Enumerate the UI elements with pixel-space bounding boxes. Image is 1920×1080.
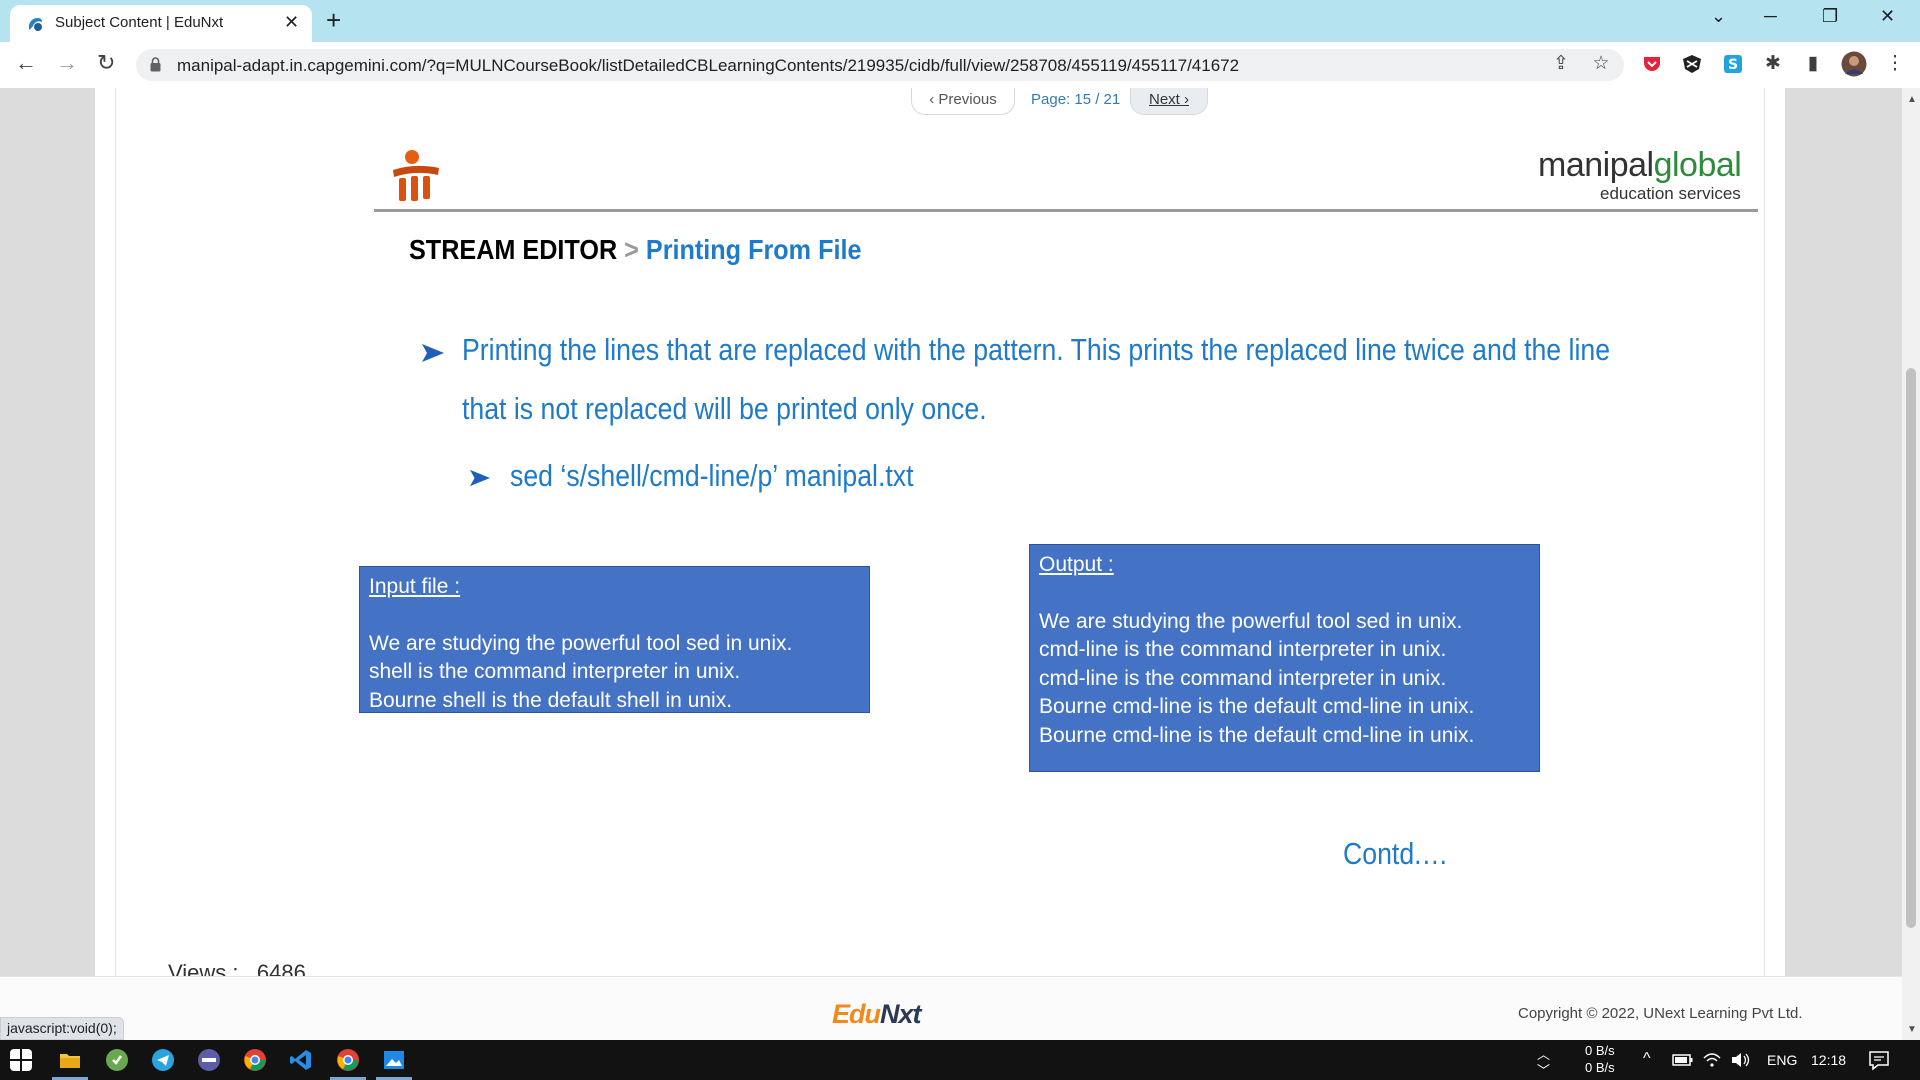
input-line: shell is the command interpreter in unix…: [369, 660, 741, 683]
share-icon[interactable]: ⇪: [1550, 53, 1572, 75]
chrome-menu-icon[interactable]: ⋮: [1884, 53, 1906, 75]
input-file-heading: Input file :: [369, 575, 461, 598]
side-panel-icon[interactable]: ▮: [1802, 53, 1824, 75]
output-line: cmd-line is the command interpreter in u…: [1039, 666, 1447, 690]
net-download-speed: 0 B/s: [1585, 1060, 1615, 1075]
input-line: We are studying the powerful tool sed in…: [369, 631, 793, 655]
slide-divider: [374, 209, 1758, 212]
box-spacer: [1039, 580, 1530, 608]
net-upload-speed: 0 B/s: [1585, 1043, 1615, 1058]
ublock-extension-icon[interactable]: [1681, 53, 1703, 75]
notifications-icon[interactable]: [1868, 1049, 1890, 1071]
tab-title: Subject Content | EduNxt: [55, 14, 224, 31]
views-label: Views :: [168, 960, 239, 976]
output-line: Bourne cmd-line is the default cmd-line …: [1039, 695, 1475, 718]
bullet-arrow-icon: [422, 344, 444, 362]
volume-icon[interactable]: [1730, 1050, 1752, 1070]
battery-icon[interactable]: [1672, 1052, 1694, 1068]
input-line: Bourne shell is the default shell in uni…: [369, 688, 733, 712]
views-count: 6486: [256, 960, 306, 976]
new-tab-button[interactable]: +: [326, 5, 341, 36]
minimize-button[interactable]: ─: [1764, 6, 1777, 27]
input-language[interactable]: ENG: [1767, 1052, 1797, 1068]
android-app-icon[interactable]: [105, 1048, 129, 1072]
scroll-up-arrow-icon[interactable]: ▲: [1907, 94, 1917, 105]
logo-part-edu: Edu: [832, 999, 881, 1029]
browser-titlebar: Subject Content | EduNxt ✕ + ⌄ ─ ❐ ✕: [0, 0, 1920, 42]
s-extension-icon[interactable]: S: [1722, 53, 1744, 75]
url-text[interactable]: manipal-adapt.in.capgemini.com/?q=MULNCo…: [177, 56, 1239, 76]
page-scrollbar[interactable]: ▲ ▼: [1902, 88, 1920, 1040]
tab-close-icon[interactable]: ✕: [284, 12, 299, 33]
restore-button[interactable]: ❐: [1822, 6, 1838, 27]
previous-page-button[interactable]: ‹ Previous: [911, 88, 1015, 115]
telegram-icon[interactable]: [151, 1048, 175, 1072]
vscode-icon[interactable]: [289, 1048, 313, 1072]
logo-part-xt: xt: [898, 999, 922, 1029]
output-line: Bourne cmd-line is the default cmd-line …: [1039, 723, 1475, 747]
wifi-icon[interactable]: [1702, 1050, 1722, 1070]
reload-button[interactable]: ↻: [97, 50, 115, 76]
next-page-button[interactable]: Next ›: [1130, 88, 1208, 115]
lock-icon[interactable]: [150, 57, 161, 72]
output-line: We are studying the powerful tool sed in…: [1039, 609, 1463, 633]
input-file-box: Input file : We are studying the powerfu…: [359, 566, 870, 713]
output-box: Output : We are studying the powerful to…: [1029, 544, 1540, 772]
page-viewport: ‹ Previous Page: 15 / 21 Next › manipalg…: [0, 88, 1902, 976]
browser-tab-active[interactable]: Subject Content | EduNxt ✕: [10, 5, 312, 42]
windows-taskbar: ︿ ﹀ 0 B/s 0 B/s ^ ENG 12:18: [0, 1040, 1920, 1080]
scroll-down-arrow-icon[interactable]: ▼: [1907, 1024, 1917, 1035]
scroll-thumb[interactable]: [1906, 368, 1916, 928]
edunxt-footer-logo[interactable]: EduNxt: [832, 999, 922, 1030]
extensions-puzzle-icon[interactable]: ✱: [1762, 53, 1784, 75]
clock-time[interactable]: 12:18: [1811, 1052, 1846, 1068]
copyright-text: Copyright © 2022, UNext Learning Pvt Ltd…: [1518, 1005, 1803, 1022]
edunxt-favicon-icon: [29, 18, 42, 31]
chrome-taskbar-icon[interactable]: [243, 1048, 267, 1072]
slide-title-separator: >: [624, 234, 639, 265]
manipal-global-brand: manipalglobal: [1538, 146, 1742, 185]
sed-command-text: sed ‘s/shell/cmd-line/p’ manipal.txt: [510, 458, 914, 493]
logo-part-n: N: [880, 999, 899, 1029]
bullet-text-line1: Printing the lines that are replaced wit…: [462, 332, 1611, 367]
back-button[interactable]: ←: [15, 50, 37, 76]
slide-container: ‹ Previous Page: 15 / 21 Next › manipalg…: [115, 88, 1765, 976]
slide-title-section: STREAM EDITOR: [409, 234, 618, 265]
sub-bullet-arrow-icon: [470, 469, 490, 487]
tab-search-icon[interactable]: ⌄: [1711, 6, 1726, 27]
page-indicator: Page: 15 / 21: [1031, 91, 1121, 108]
profile-avatar[interactable]: [1841, 51, 1867, 77]
contd-text: Contd.…: [1343, 836, 1449, 871]
manipal-emblem-logo: [393, 150, 439, 201]
vpn-app-icon[interactable]: [197, 1048, 221, 1072]
content-sheet: ‹ Previous Page: 15 / 21 Next › manipalg…: [95, 88, 1785, 976]
page-footer: EduNxt Copyright © 2022, UNext Learning …: [0, 976, 1902, 1040]
browser-toolbar: ← → ↻ manipal-adapt.in.capgemini.com/?q=…: [0, 42, 1920, 88]
show-hidden-icons-icon[interactable]: ^: [1643, 1050, 1651, 1068]
close-window-button[interactable]: ✕: [1880, 6, 1895, 27]
link-status-bubble: javascript:void(0);: [0, 1017, 124, 1040]
slide-title-topic: Printing From File: [645, 234, 862, 265]
output-line: cmd-line is the command interpreter in u…: [1039, 638, 1447, 661]
views-counter: Views : 6486: [168, 960, 306, 976]
tray-chevron-down-icon[interactable]: ﹀: [1537, 1060, 1550, 1079]
box-spacer: [369, 602, 860, 630]
output-heading: Output :: [1039, 553, 1114, 576]
file-explorer-icon[interactable]: [58, 1048, 82, 1072]
brand-subtitle: education services: [1600, 184, 1741, 203]
photos-app-icon[interactable]: [382, 1048, 406, 1072]
chrome-profile-taskbar-icon[interactable]: [336, 1048, 360, 1072]
slide-title: STREAM EDITOR > Printing From File: [409, 234, 861, 266]
svg-text:S: S: [1728, 57, 1738, 73]
brand-word-manipal: manipal: [1538, 146, 1654, 184]
brand-word-global: global: [1653, 146, 1742, 184]
windows-start-icon[interactable]: [10, 1049, 32, 1071]
bullet-text-line2: that is not replaced will be printed onl…: [462, 391, 987, 426]
forward-button[interactable]: →: [56, 50, 78, 76]
bookmark-star-icon[interactable]: ☆: [1590, 53, 1612, 75]
pocket-extension-icon[interactable]: [1641, 53, 1663, 75]
